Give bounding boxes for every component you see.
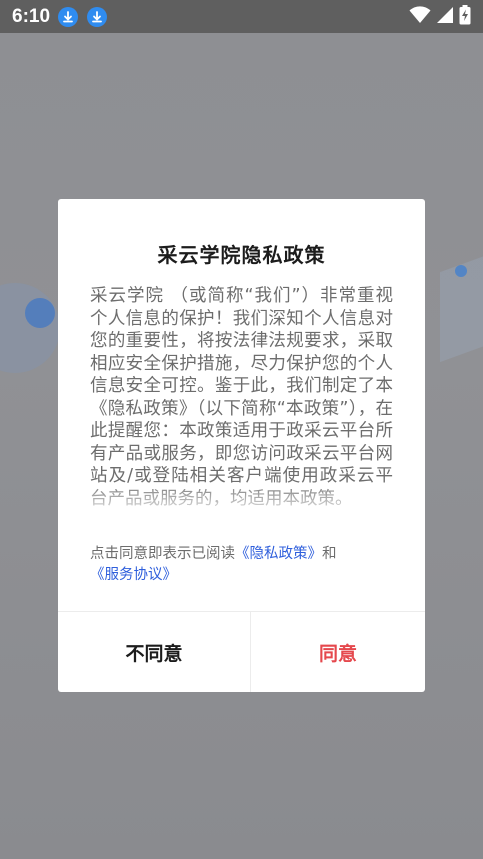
agree-button[interactable]: 同意: [251, 612, 425, 692]
consent-notice: 点击同意即表示已阅读《隐私政策》和《服务协议》: [90, 544, 393, 586]
policy-text-fade: [90, 481, 393, 517]
download-icon: [58, 6, 79, 27]
consent-prefix: 点击同意即表示已阅读: [90, 546, 235, 562]
background-decoration: [455, 265, 467, 277]
service-agreement-link[interactable]: 《服务协议》: [90, 567, 177, 583]
status-indicators: [409, 4, 471, 29]
status-time: 6:10: [12, 5, 51, 27]
download-icon: [87, 6, 108, 27]
background-decoration: [25, 298, 55, 328]
signal-icon: [436, 6, 454, 28]
background-decoration: [0, 283, 60, 373]
wifi-icon: [409, 5, 431, 28]
privacy-policy-dialog: 采云学院隐私政策 采云学院 （或简称“我们”）非常重视个人信息的保护！我们深知个…: [58, 199, 425, 692]
status-bar: 6:10: [0, 0, 483, 33]
consent-and: 和: [322, 546, 337, 562]
disagree-button[interactable]: 不同意: [58, 612, 250, 692]
battery-charging-icon: [459, 4, 471, 29]
privacy-policy-link[interactable]: 《隐私政策》: [235, 546, 322, 562]
dialog-title: 采云学院隐私政策: [157, 243, 326, 267]
